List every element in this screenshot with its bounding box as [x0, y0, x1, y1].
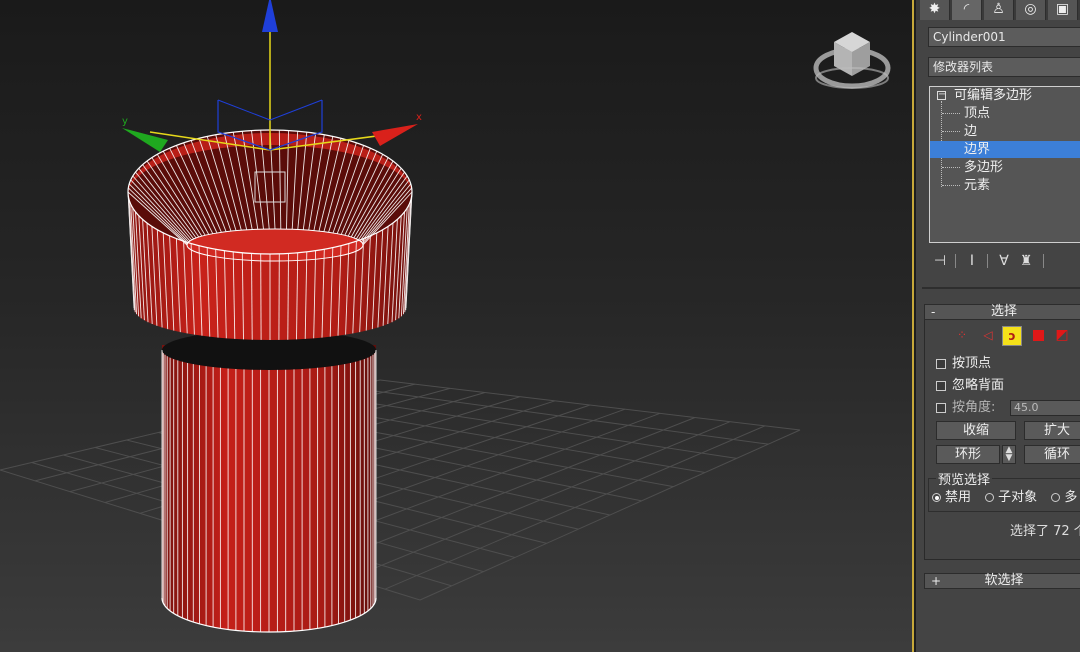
grow-button[interactable]: 扩大 [1024, 421, 1080, 440]
stack-item-edge[interactable]: 边 [930, 123, 1080, 140]
modifier-list-dropdown[interactable]: 修改器列表 [928, 57, 1080, 77]
selection-status: 选择了 72 个 [1010, 524, 1080, 539]
perspective-viewport[interactable]: y x [0, 0, 914, 652]
pin-stack-icon[interactable]: ⊣ [929, 250, 951, 272]
cylinder-upper[interactable] [127, 129, 413, 340]
cylinder-lower[interactable] [161, 330, 377, 633]
x-axis-label: x [416, 112, 422, 123]
stack-item-border[interactable]: 边界 [930, 141, 1080, 158]
display-icon[interactable]: ▣ [1048, 0, 1078, 20]
stack-item-element[interactable]: 元素 [930, 177, 1080, 194]
modifier-stack: − 可编辑多边形 顶点 边 边界 多边形 元素 [929, 86, 1080, 243]
ring-button[interactable]: 环形 [936, 445, 1000, 464]
border-level-icon[interactable]: ↄ [1002, 326, 1022, 346]
command-panel: ✸ ◜ ♙ ◎ ▣ Cylinder001 修改器列表 − 可编辑多边形 顶点 … [916, 0, 1080, 652]
y-axis-label: y [122, 116, 128, 127]
ring-spinner[interactable]: ▲ ▼ [1002, 445, 1016, 464]
selection-rollout-header[interactable]: - 选择 [924, 304, 1080, 320]
preview-selection-options: 禁用 子对象 多 [932, 489, 1077, 507]
angle-input[interactable]: 45.0 [1010, 400, 1080, 416]
soft-selection-rollout-header[interactable]: + 软选择 [924, 573, 1080, 589]
stack-root-editable-poly[interactable]: − 可编辑多边形 [930, 87, 1080, 104]
collapse-icon[interactable]: − [937, 90, 946, 100]
element-level-icon[interactable]: ◩ [1052, 326, 1072, 346]
by-angle-checkbox[interactable]: 按角度: [936, 399, 995, 417]
ground-grid [0, 379, 801, 601]
modify-icon[interactable]: ◜ [952, 0, 982, 20]
object-name-field[interactable]: Cylinder001 [928, 27, 1080, 47]
create-icon[interactable]: ✸ [920, 0, 950, 20]
loop-button[interactable]: 循环 [1024, 445, 1080, 464]
hierarchy-icon[interactable]: ♙ [984, 0, 1014, 20]
stack-toolbar: ⊣ Ⅰ ∀ ♜ [929, 250, 1080, 272]
preview-subobject-radio[interactable]: 子对象 [985, 490, 1037, 505]
motion-icon[interactable]: ◎ [1016, 0, 1046, 20]
command-panel-tabs: ✸ ◜ ♙ ◎ ▣ [916, 0, 1080, 20]
x-axis-arrow[interactable] [372, 124, 418, 146]
preview-disable-radio[interactable]: 禁用 [932, 490, 971, 505]
preview-selection-title: 预览选择 [936, 469, 993, 488]
viewport-scene[interactable]: y x [0, 0, 914, 652]
z-axis-arrow[interactable] [262, 0, 278, 32]
panel-divider [922, 287, 1080, 289]
show-end-result-icon[interactable]: Ⅰ [961, 250, 983, 272]
shrink-button[interactable]: 收缩 [936, 421, 1016, 440]
by-vertex-checkbox[interactable]: 按顶点 [936, 355, 991, 373]
make-unique-icon[interactable]: ∀ [993, 250, 1015, 272]
remove-modifier-icon[interactable]: ♜ [1015, 250, 1037, 272]
y-axis-arrow[interactable] [122, 128, 168, 152]
polygon-level-icon[interactable] [1028, 326, 1048, 346]
preview-multi-radio[interactable]: 多 [1051, 490, 1077, 505]
stack-item-polygon[interactable]: 多边形 [930, 159, 1080, 176]
vertex-level-icon[interactable]: ⁘ [952, 326, 972, 346]
edge-level-icon[interactable]: ◁ [978, 326, 998, 346]
stack-item-vertex[interactable]: 顶点 [930, 105, 1080, 122]
view-cube[interactable] [813, 32, 891, 89]
ignore-backfacing-checkbox[interactable]: 忽略背面 [936, 377, 1004, 395]
